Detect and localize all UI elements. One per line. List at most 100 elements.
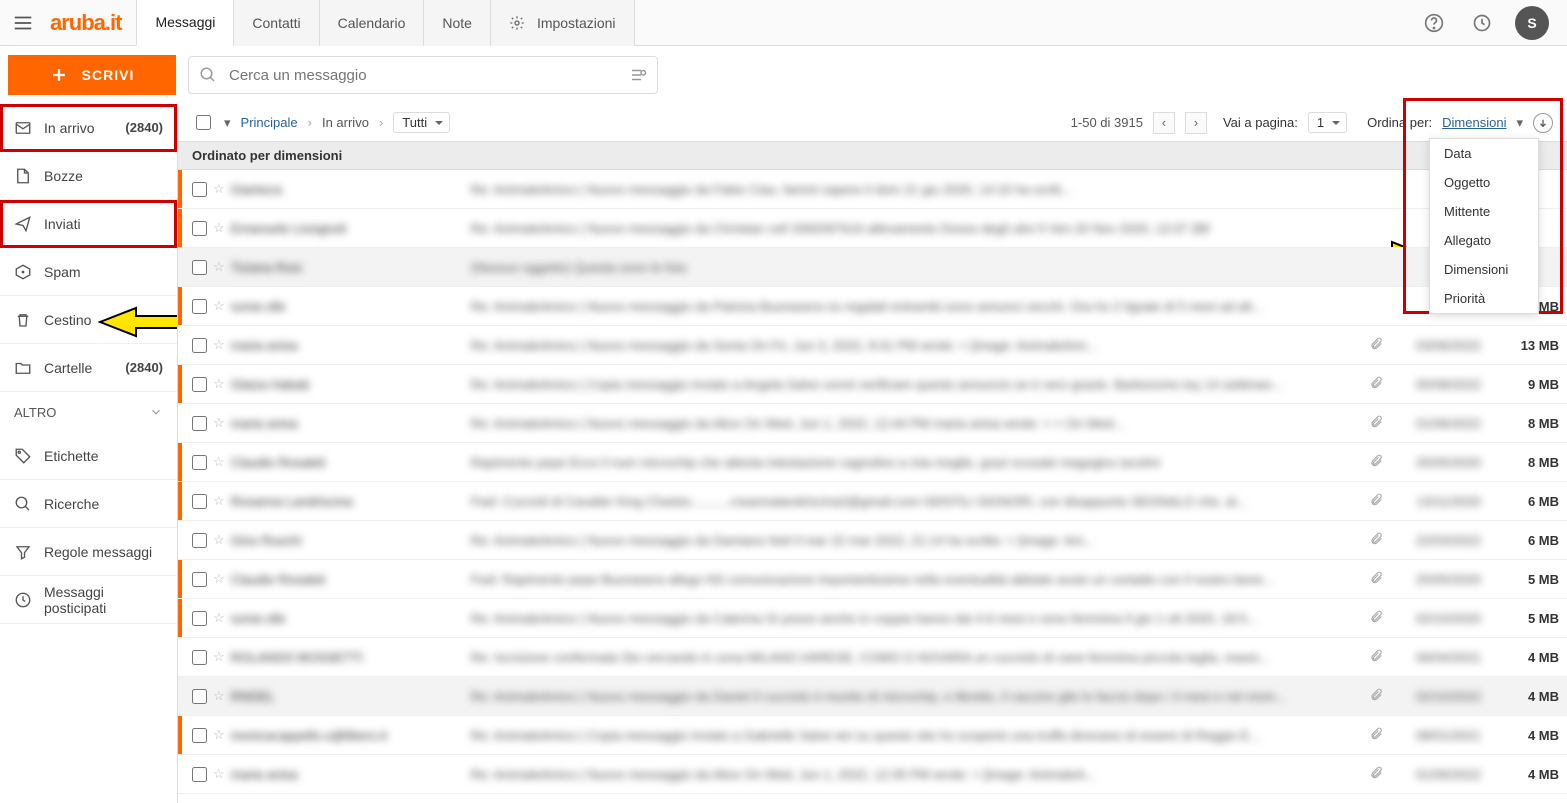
sidebar-item-regole-messaggi[interactable]: Regole messaggi [0, 528, 177, 576]
message-row[interactable]: ☆Rosanna LandriscinaFwd: Cuccioli di Cav… [178, 482, 1567, 521]
sort-direction-button[interactable] [1533, 113, 1553, 133]
page-next-button[interactable]: › [1185, 112, 1207, 134]
message-row[interactable]: ☆Tiziana Rosi(Nessun oggetto) Questa son… [178, 248, 1567, 287]
message-checkbox[interactable] [192, 533, 207, 548]
star-icon[interactable]: ☆ [213, 376, 225, 392]
message-subject: Re: Iscrizione confermata Sto cercando i… [471, 650, 1357, 665]
goto-page-dropdown[interactable]: 1 [1308, 112, 1347, 133]
message-row[interactable]: ☆sonia olleRe: AnimaleAmico | Nuovo mess… [178, 599, 1567, 638]
page-prev-button[interactable]: ‹ [1153, 112, 1175, 134]
sort-option-mittente[interactable]: Mittente [1430, 197, 1538, 226]
filter-dropdown[interactable]: Tutti [393, 112, 450, 133]
chevron-down-icon[interactable]: ▾ [1516, 115, 1523, 131]
compose-button[interactable]: SCRIVI [8, 55, 176, 95]
tab-contatti[interactable]: Contatti [233, 0, 319, 46]
sidebar-item-messaggi-posticipati[interactable]: Messaggi posticipati [0, 576, 177, 624]
star-icon[interactable]: ☆ [213, 337, 225, 353]
attachment-icon [1369, 688, 1383, 705]
sidebar-item-cestino[interactable]: Cestino [0, 296, 177, 344]
sort-option-allegato[interactable]: Allegato [1430, 226, 1538, 255]
message-checkbox[interactable] [192, 221, 207, 236]
star-icon[interactable]: ☆ [213, 571, 225, 587]
sidebar-item-in-arrivo[interactable]: In arrivo(2840) [0, 104, 177, 152]
message-checkbox[interactable] [192, 767, 207, 782]
sort-current[interactable]: Dimensioni [1442, 115, 1506, 130]
select-all-checkbox[interactable] [196, 115, 211, 130]
sort-option-priorità[interactable]: Priorità [1430, 284, 1538, 313]
search-box[interactable] [188, 56, 658, 94]
message-checkbox[interactable] [192, 650, 207, 665]
message-row[interactable]: ☆sonia olleRe: AnimaleAmico | Nuovo mess… [178, 287, 1567, 326]
message-checkbox[interactable] [192, 182, 207, 197]
star-icon[interactable]: ☆ [213, 259, 225, 275]
message-row[interactable]: ☆Emanuele LissignoliRe: AnimaleAmico | N… [178, 209, 1567, 248]
tab-note[interactable]: Note [423, 0, 491, 46]
star-icon[interactable]: ☆ [213, 688, 225, 704]
attachment-icon [1369, 454, 1383, 471]
message-size: 9 MB [1499, 377, 1559, 392]
message-checkbox[interactable] [192, 689, 207, 704]
message-row[interactable]: ☆GianlucaRe: AnimaleAmico | Nuovo messag… [178, 170, 1567, 209]
search-options-icon[interactable] [629, 66, 647, 84]
message-checkbox[interactable] [192, 611, 207, 626]
message-row[interactable]: ☆maria anisaRe: AnimaleAmico | Nuovo mes… [178, 755, 1567, 794]
message-checkbox[interactable] [192, 299, 207, 314]
star-icon[interactable]: ☆ [213, 220, 225, 236]
message-checkbox[interactable] [192, 494, 207, 509]
sidebar-item-ricerche[interactable]: Ricerche [0, 480, 177, 528]
message-subject: Re: AnimaleAmico | Nuovo messaggio da Al… [471, 767, 1357, 782]
message-row[interactable]: ☆Claudio RosaletiRapimento pepe Ecco il … [178, 443, 1567, 482]
filter-icon [14, 543, 32, 561]
history-icon[interactable] [1467, 8, 1497, 38]
star-icon[interactable]: ☆ [213, 610, 225, 626]
message-checkbox[interactable] [192, 377, 207, 392]
star-icon[interactable]: ☆ [213, 532, 225, 548]
star-icon[interactable]: ☆ [213, 493, 225, 509]
message-row[interactable]: ☆monicacappello.o@libero.itRe: AnimaleAm… [178, 716, 1567, 755]
message-row[interactable]: ☆maria anisaRe: AnimaleAmico | Nuovo mes… [178, 326, 1567, 365]
sidebar-item-etichette[interactable]: Etichette [0, 432, 177, 480]
message-checkbox[interactable] [192, 572, 207, 587]
chevron-down-icon[interactable]: ▾ [224, 115, 231, 131]
star-icon[interactable]: ☆ [213, 649, 225, 665]
star-icon[interactable]: ☆ [213, 454, 225, 470]
tab-impostazioni[interactable]: Impostazioni [490, 0, 635, 46]
star-icon[interactable]: ☆ [213, 298, 225, 314]
sidebar-item-spam[interactable]: Spam [0, 248, 177, 296]
star-icon[interactable]: ☆ [213, 181, 225, 197]
star-icon[interactable]: ☆ [213, 415, 225, 431]
avatar[interactable]: S [1515, 6, 1549, 40]
tab-messaggi[interactable]: Messaggi [136, 0, 234, 46]
sort-option-dimensioni[interactable]: Dimensioni [1430, 255, 1538, 284]
message-checkbox[interactable] [192, 455, 207, 470]
sidebar-item-inviati[interactable]: Inviati [0, 200, 177, 248]
tab-calendario[interactable]: Calendario [319, 0, 425, 46]
help-icon[interactable] [1419, 8, 1449, 38]
sidebar-group-altro[interactable]: ALTRO [0, 392, 177, 432]
menu-toggle[interactable] [0, 0, 46, 46]
message-row[interactable]: ☆maria anisaRe: AnimaleAmico | Nuovo mes… [178, 404, 1567, 443]
message-sender: RNDEL [231, 689, 471, 704]
message-row[interactable]: ☆RNDELRe: AnimaleAmico | Nuovo messaggio… [178, 677, 1567, 716]
message-subject: Re: AnimaleAmico | Nuovo messaggio da Ch… [471, 221, 1547, 236]
message-row[interactable]: ☆Claudio RosaletiFwd: Rapimento pepe Buo… [178, 560, 1567, 599]
sidebar-item-bozze[interactable]: Bozze [0, 152, 177, 200]
message-sender: ROLANDO BOSSETTI [231, 650, 471, 665]
message-sender: Claudio Rosaleti [231, 455, 471, 470]
breadcrumb-root[interactable]: Principale [241, 115, 298, 130]
message-date: 02/10/2022 [1391, 689, 1481, 704]
message-checkbox[interactable] [192, 260, 207, 275]
message-row[interactable]: ☆Gino RuschiRe: AnimaleAmico | Nuovo mes… [178, 521, 1567, 560]
star-icon[interactable]: ☆ [213, 727, 225, 743]
sort-option-oggetto[interactable]: Oggetto [1430, 168, 1538, 197]
search-input[interactable] [227, 66, 629, 85]
message-subject: Re: AnimaleAmico | Nuovo messaggio da Ca… [471, 611, 1357, 626]
message-checkbox[interactable] [192, 338, 207, 353]
message-row[interactable]: ☆ ROLANDO BOSSETTIRe: Iscrizione conferma… [178, 638, 1567, 677]
message-checkbox[interactable] [192, 728, 207, 743]
star-icon[interactable]: ☆ [213, 766, 225, 782]
sort-option-data[interactable]: Data [1430, 139, 1538, 168]
message-row[interactable]: ☆Glaiza HababRe: AnimaleAmico | Copia me… [178, 365, 1567, 404]
message-checkbox[interactable] [192, 416, 207, 431]
sidebar-item-cartelle[interactable]: Cartelle(2840) [0, 344, 177, 392]
